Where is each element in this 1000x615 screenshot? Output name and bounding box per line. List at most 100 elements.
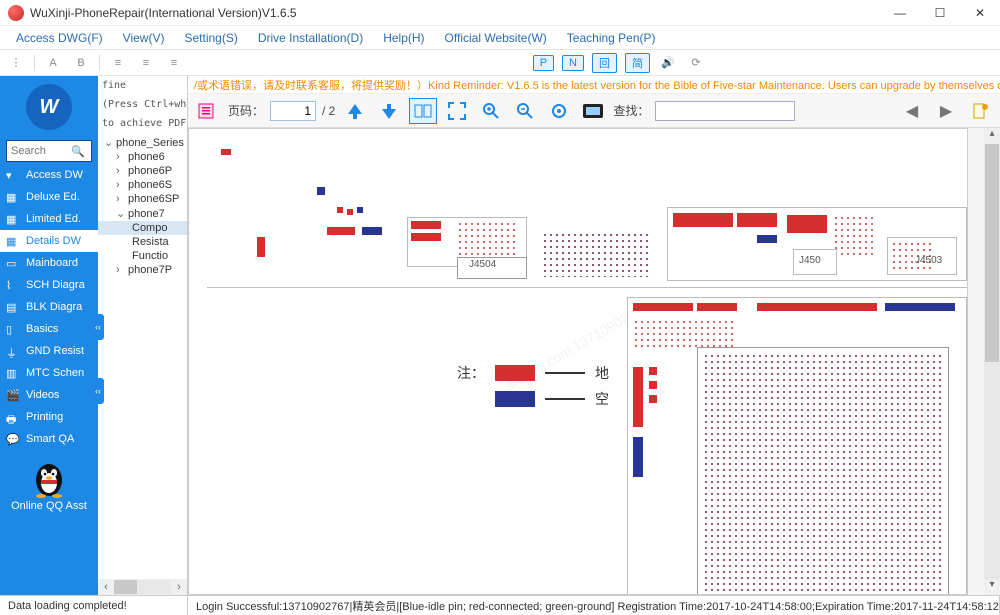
- print-icon: 🖶: [6, 411, 20, 423]
- expand-icon[interactable]: ›: [116, 193, 126, 205]
- find-next-icon[interactable]: ▶: [932, 98, 960, 124]
- expand-icon[interactable]: ›: [116, 165, 126, 177]
- scroll-thumb[interactable]: [114, 580, 137, 594]
- schematic-canvas[interactable]: wuxinji.com 13710902767 wuxinji.com 1371…: [188, 128, 968, 595]
- menu-teaching-pen[interactable]: Teaching Pen(P): [557, 29, 666, 47]
- minimize-button[interactable]: —: [880, 0, 920, 26]
- tag-n[interactable]: N: [562, 55, 584, 71]
- sidebar-item-details-dw[interactable]: ▦ Details DW: [0, 230, 98, 252]
- scroll-down-icon[interactable]: ▾: [984, 579, 1000, 595]
- sidebar-item-smart-qa[interactable]: 💬Smart QA: [0, 428, 98, 450]
- menu-drive-install[interactable]: Drive Installation(D): [248, 29, 373, 47]
- zoom-in-icon[interactable]: [477, 98, 505, 124]
- tree-label: phone6P: [128, 165, 172, 177]
- tree-node-resista[interactable]: Resista: [98, 235, 187, 249]
- sidebar-item-label: Details DW: [26, 235, 81, 247]
- scroll-thumb[interactable]: [985, 144, 999, 362]
- canvas-area: wuxinji.com 13710902767 wuxinji.com 1371…: [188, 128, 1000, 595]
- legend-swatch-ground: [495, 365, 535, 381]
- phone-icon: ▯: [6, 323, 20, 335]
- tree-node-phone6[interactable]: ›phone6: [98, 150, 187, 164]
- tree-node-phone6sp[interactable]: ›phone6SP: [98, 192, 187, 206]
- expand-icon[interactable]: ›: [116, 151, 126, 163]
- arrow-up-icon[interactable]: [341, 98, 369, 124]
- expand-icon[interactable]: ›: [116, 264, 126, 276]
- status-right: Login Successful:13710902767|精英会员|[Blue-…: [188, 596, 1000, 615]
- tag-cn1[interactable]: 回: [592, 53, 617, 73]
- menu-setting[interactable]: Setting(S): [174, 29, 247, 47]
- menu-help[interactable]: Help(H): [373, 29, 434, 47]
- expand-icon[interactable]: ⌄: [104, 136, 114, 149]
- tree-node-phone6p[interactable]: ›phone6P: [98, 164, 187, 178]
- zoom-reset-icon[interactable]: [545, 98, 573, 124]
- tree-node-phone6s[interactable]: ›phone6S: [98, 178, 187, 192]
- align-center-icon[interactable]: ≡: [136, 54, 156, 72]
- tool-a-button[interactable]: A: [43, 54, 63, 72]
- close-button[interactable]: ✕: [960, 0, 1000, 26]
- scroll-right-icon[interactable]: ›: [171, 581, 187, 593]
- find-input[interactable]: [655, 101, 795, 121]
- sidebar-item-videos[interactable]: 🎬Videos: [0, 384, 98, 406]
- qq-penguin-icon[interactable]: [31, 458, 67, 498]
- search-icon[interactable]: 🔍: [67, 141, 89, 161]
- collapse-handle-1[interactable]: ‹‹: [92, 314, 104, 340]
- window-title: WuXinji-PhoneRepair(International Versio…: [30, 6, 880, 20]
- menu-access-dwg[interactable]: Access DWG(F): [6, 29, 113, 47]
- menu-icon[interactable]: [194, 98, 222, 124]
- scroll-up-icon[interactable]: ▴: [984, 128, 1000, 144]
- fullscreen-icon[interactable]: [443, 98, 471, 124]
- scroll-track[interactable]: [114, 580, 171, 594]
- sidebar-item-basics[interactable]: ▯Basics: [0, 318, 98, 340]
- sidebar-item-sch-diagram[interactable]: ⌇SCH Diagra: [0, 274, 98, 296]
- tree-node-root[interactable]: ⌄phone_Series: [98, 135, 187, 150]
- sidebar-item-mtc-schem[interactable]: ▥MTC Schen: [0, 362, 98, 384]
- page-input[interactable]: [270, 101, 316, 121]
- tree-node-functio[interactable]: Functio: [98, 249, 187, 263]
- tree-label: phone6SP: [128, 193, 179, 205]
- sidebar-item-gnd-resist[interactable]: ⏚GND Resist: [0, 340, 98, 362]
- canvas-vscrollbar[interactable]: ▴ ▾: [984, 128, 1000, 595]
- bookmark-icon[interactable]: [966, 98, 994, 124]
- tree-node-compo[interactable]: Compo: [98, 221, 187, 235]
- menu-view[interactable]: View(V): [113, 29, 175, 47]
- refresh-icon[interactable]: ⟳: [686, 54, 706, 72]
- format-toolbar: ⋮ A B ≡ ≡ ≡ P N 回 简 🔊 ⟳: [0, 50, 1000, 76]
- tool-divider-icon[interactable]: ⋮: [6, 54, 26, 72]
- sidebar-item-deluxe[interactable]: ▦Deluxe Ed.: [0, 186, 98, 208]
- tree-node-phone7p[interactable]: ›phone7P: [98, 263, 187, 277]
- search-input[interactable]: [7, 141, 67, 161]
- scroll-left-icon[interactable]: ‹: [98, 581, 114, 593]
- maximize-button[interactable]: ☐: [920, 0, 960, 26]
- document-toolbar: 页码： / 2 查找： ◀ ▶: [188, 94, 1000, 128]
- hint-line: (Press Ctrl+whee: [98, 95, 187, 114]
- tool-b-button[interactable]: B: [71, 54, 91, 72]
- sidebar-item-blk-diagram[interactable]: ▤BLK Diagra: [0, 296, 98, 318]
- sound-icon[interactable]: 🔊: [658, 54, 678, 72]
- expand-icon[interactable]: ›: [116, 179, 126, 191]
- qq-label[interactable]: Online QQ Asst: [0, 500, 98, 520]
- sidebar-item-label: Smart QA: [26, 433, 74, 445]
- tree-hscrollbar[interactable]: ‹ ›: [98, 579, 187, 595]
- hint-line: fine: [98, 76, 187, 95]
- main-panel: /或术语错误，请及时联系客服，将提供奖励！）Kind Reminder: V1.…: [188, 76, 1000, 595]
- grid-icon: ▦: [6, 235, 20, 247]
- tree-node-phone7[interactable]: ⌄phone7: [98, 206, 187, 221]
- tag-cn2[interactable]: 简: [625, 53, 650, 73]
- schem-icon: ▥: [6, 367, 20, 379]
- sidebar-item-access-dw[interactable]: ▾Access DW: [0, 164, 98, 186]
- fit-width-icon[interactable]: [409, 98, 437, 124]
- align-left-icon[interactable]: ≡: [108, 54, 128, 72]
- collapse-handle-2[interactable]: ‹‹: [92, 378, 104, 404]
- screenshot-icon[interactable]: [579, 98, 607, 124]
- zoom-out-icon[interactable]: [511, 98, 539, 124]
- tag-p[interactable]: P: [533, 55, 554, 71]
- expand-icon[interactable]: ⌄: [116, 207, 126, 220]
- sidebar-item-mainboard[interactable]: ▭Mainboard: [0, 252, 98, 274]
- arrow-down-icon[interactable]: [375, 98, 403, 124]
- scroll-track[interactable]: [984, 144, 1000, 579]
- sidebar-item-printing[interactable]: 🖶Printing: [0, 406, 98, 428]
- align-right-icon[interactable]: ≡: [164, 54, 184, 72]
- sidebar-item-limited[interactable]: ▦Limited Ed.: [0, 208, 98, 230]
- find-prev-icon[interactable]: ◀: [898, 98, 926, 124]
- menu-official-website[interactable]: Official Website(W): [435, 29, 557, 47]
